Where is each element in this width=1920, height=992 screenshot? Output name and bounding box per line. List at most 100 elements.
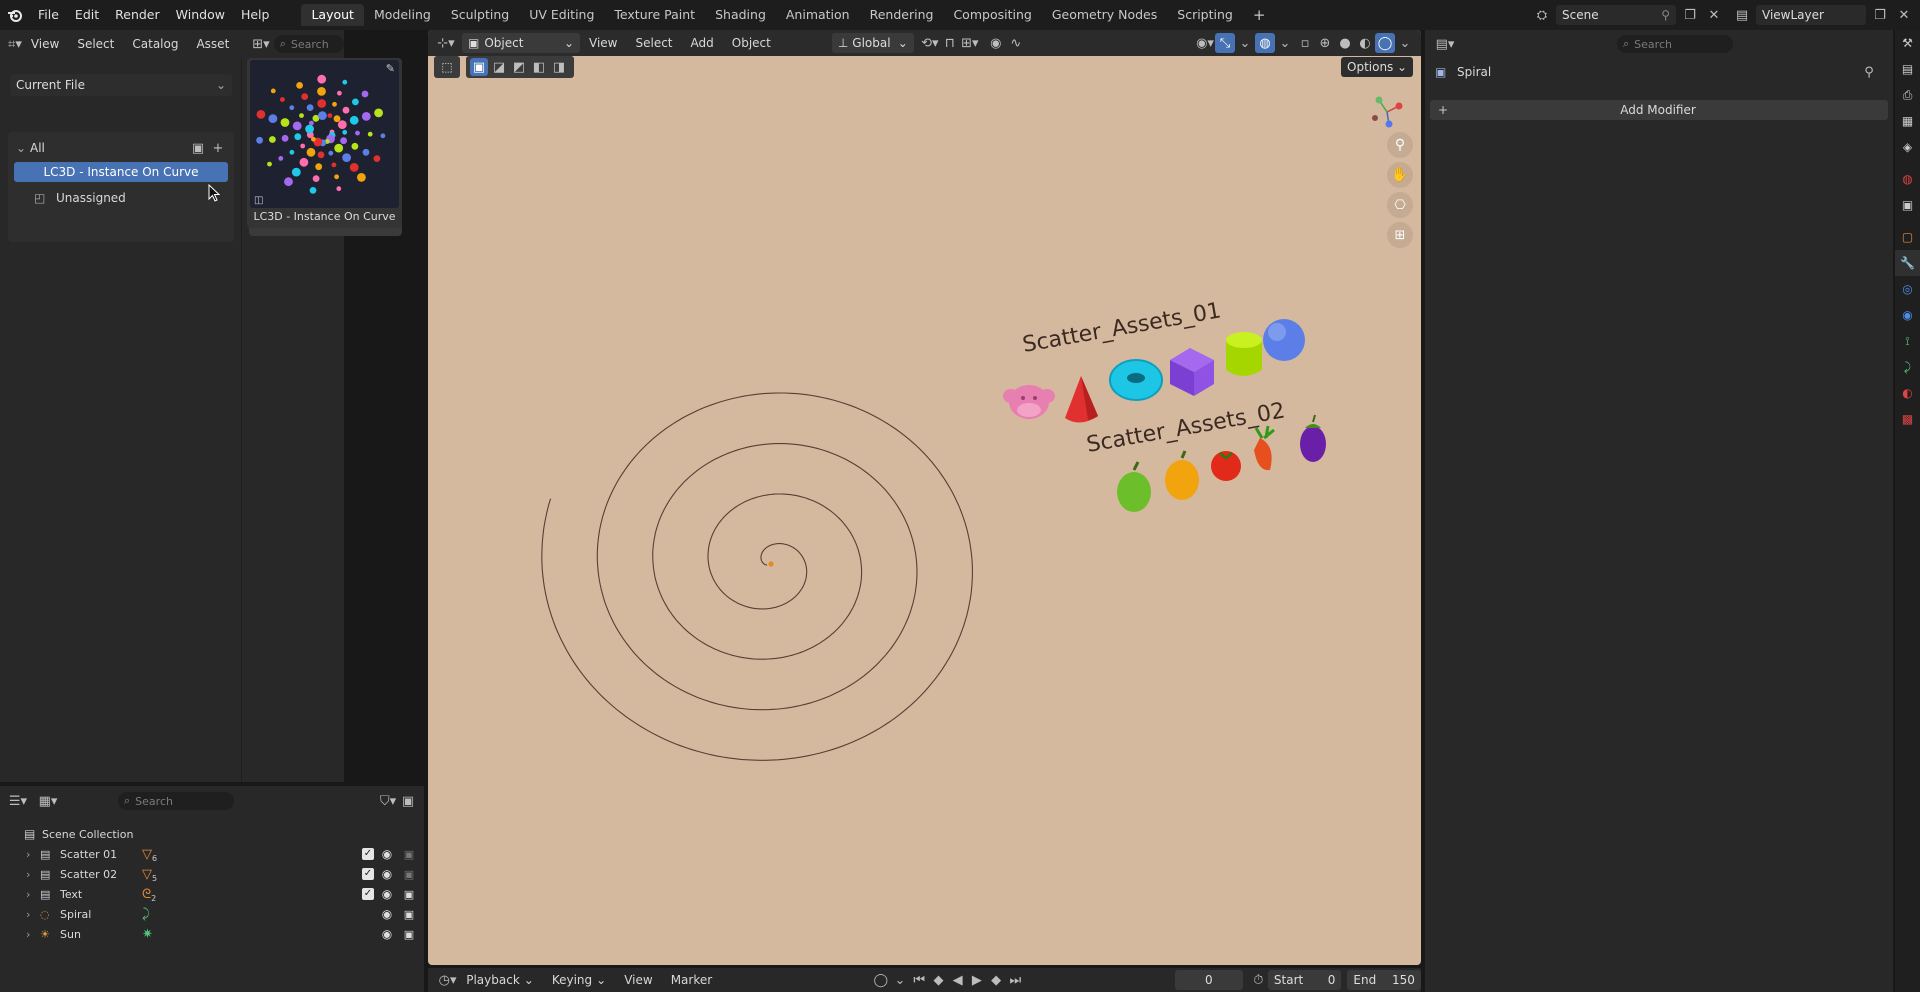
green-pepper-object[interactable]: [1117, 461, 1151, 512]
menu-select[interactable]: Select: [68, 37, 123, 51]
mode-dropdown[interactable]: ▣ Object Mode ⌄: [462, 33, 580, 70]
pin-icon[interactable]: ⚲: [1859, 62, 1879, 82]
select-new-icon[interactable]: ▣: [470, 58, 488, 76]
material-icon[interactable]: ◐: [1895, 380, 1920, 406]
tab-layout[interactable]: Layout: [301, 4, 364, 26]
outliner-row-text[interactable]: › ▤ Text ᘓ 2 ✓ ◉ ▣: [0, 884, 424, 904]
current-frame-field[interactable]: 0: [1174, 970, 1243, 990]
object-icon[interactable]: ▢: [1895, 224, 1920, 250]
sphere-object[interactable]: [1263, 319, 1305, 361]
add-modifier-button[interactable]: + Add Modifier: [1430, 100, 1888, 120]
outliner-row-scatter-01[interactable]: › ▤ Scatter 01 ▽ 6 ✓ ◉ ▣: [0, 844, 424, 864]
wireframe-shading-icon[interactable]: ⊕: [1315, 33, 1335, 53]
menu-edit[interactable]: Edit: [67, 4, 107, 26]
output-icon[interactable]: ⎙: [1895, 82, 1920, 108]
tab-modeling[interactable]: Modeling: [364, 4, 441, 26]
tab-animation[interactable]: Animation: [776, 4, 860, 26]
select-invert-icon[interactable]: ◧: [530, 58, 548, 76]
shading-dropdown-icon[interactable]: ⌄: [1395, 33, 1415, 53]
expand-arrow-icon[interactable]: ›: [26, 848, 40, 861]
menu-playback[interactable]: Playback ⌄: [457, 973, 543, 987]
outliner-search-input[interactable]: ⌕ Search: [118, 792, 234, 810]
camera-icon[interactable]: ▣: [400, 928, 418, 941]
carrot-object[interactable]: [1254, 425, 1275, 471]
scene-selector[interactable]: ⛭ Scene ⚲ ❐ ✕: [1532, 5, 1724, 25]
material-shading-icon[interactable]: ◐: [1355, 33, 1375, 53]
filter-icon[interactable]: ⛉▾: [378, 791, 398, 811]
exclude-checkbox[interactable]: ✓: [362, 848, 374, 860]
play-icon[interactable]: ▶: [967, 970, 986, 990]
outliner-editor-icon[interactable]: ☰▾: [8, 791, 28, 811]
new-collection-icon[interactable]: ▣: [398, 791, 418, 811]
delete-scene-icon[interactable]: ✕: [1704, 5, 1724, 25]
add-workspace-button[interactable]: +: [1243, 4, 1276, 26]
new-scene-icon[interactable]: ❐: [1680, 5, 1700, 25]
xray-icon[interactable]: ▫: [1295, 33, 1315, 53]
visibility-icon[interactable]: ◉▾: [1195, 33, 1215, 53]
jump-keyframe-forward-icon[interactable]: ◆: [986, 970, 1005, 990]
pan-hand-icon[interactable]: ✋: [1387, 162, 1413, 188]
overlay-icon[interactable]: ◍: [1255, 33, 1275, 53]
menu-asset[interactable]: Asset: [187, 37, 238, 51]
data-icon[interactable]: ⤸: [1895, 354, 1920, 380]
menu-help[interactable]: Help: [233, 4, 278, 26]
object-data-icon[interactable]: ▽: [142, 867, 152, 882]
menu-object[interactable]: Object: [723, 36, 780, 50]
scene-icon[interactable]: ◈: [1895, 134, 1920, 160]
render-icon[interactable]: ▤: [1895, 56, 1920, 82]
asset-tile-lc3d[interactable]: ✎ ◫ LC3D - Instance On Curve: [247, 58, 402, 228]
eggplant-object[interactable]: [1300, 414, 1326, 462]
tab-sculpting[interactable]: Sculpting: [441, 4, 519, 26]
select-extend-icon[interactable]: ◪: [490, 58, 508, 76]
tab-compositing[interactable]: Compositing: [943, 4, 1041, 26]
snap-icon[interactable]: ⊓: [940, 33, 960, 53]
menu-render[interactable]: Render: [107, 4, 168, 26]
particles-icon[interactable]: ◎: [1895, 276, 1920, 302]
select-intersect-icon[interactable]: ◨: [550, 58, 568, 76]
menu-select[interactable]: Select: [626, 36, 681, 50]
blender-logo-icon[interactable]: [0, 7, 30, 23]
constraints-icon[interactable]: ⟟: [1895, 328, 1920, 354]
orientation-dropdown[interactable]: ⊥ Global ⌄: [831, 33, 914, 53]
text-scatter-assets-01[interactable]: Scatter_Assets_01: [1021, 298, 1223, 358]
modifier-wrench-icon[interactable]: 🔧: [1895, 250, 1920, 276]
gizmo-icon[interactable]: ⤡: [1215, 33, 1235, 53]
camera-icon[interactable]: ▣: [400, 908, 418, 921]
view-layer-selector[interactable]: ▤ ViewLayer ❐ ✕: [1732, 5, 1914, 25]
menu-view[interactable]: View: [580, 36, 626, 50]
snap-target-icon[interactable]: ⊞▾: [960, 33, 980, 53]
save-catalog-icon[interactable]: ▣: [188, 138, 208, 158]
cylinder-object[interactable]: [1226, 332, 1262, 376]
gizmo-dropdown-icon[interactable]: ⌄: [1235, 33, 1255, 53]
editor-type-icon[interactable]: ⌗▾: [8, 34, 22, 54]
display-mode-icon[interactable]: ▦▾: [38, 791, 58, 811]
cone-object[interactable]: [1065, 376, 1098, 423]
tab-geometry-nodes[interactable]: Geometry Nodes: [1042, 4, 1167, 26]
expand-arrow-icon[interactable]: ›: [26, 888, 40, 901]
auto-keying-icon[interactable]: ◯: [871, 970, 890, 990]
exclude-checkbox[interactable]: ✓: [362, 888, 374, 900]
object-data-icon[interactable]: ᘓ: [142, 887, 151, 902]
eye-icon[interactable]: ◉: [378, 927, 396, 941]
tab-shading[interactable]: Shading: [705, 4, 776, 26]
zoom-icon[interactable]: ⚲: [1387, 132, 1413, 158]
properties-editor-icon[interactable]: ▤▾: [1435, 34, 1455, 54]
jump-start-icon[interactable]: ⏮: [910, 970, 929, 990]
texture-icon[interactable]: ▩: [1895, 406, 1920, 432]
options-dropdown[interactable]: Options ⌄: [1341, 57, 1413, 77]
expand-arrow-icon[interactable]: ›: [26, 868, 40, 881]
tab-texture-paint[interactable]: Texture Paint: [604, 4, 705, 26]
catalog-all[interactable]: ⌄ All ▣ +: [8, 138, 234, 158]
yellow-pepper-object[interactable]: [1165, 450, 1199, 500]
tool-icon[interactable]: ⚒: [1895, 30, 1920, 56]
edit-icon[interactable]: ✎: [386, 62, 395, 75]
camera-icon[interactable]: ▣: [400, 888, 418, 901]
add-catalog-icon[interactable]: +: [208, 138, 228, 158]
eye-icon[interactable]: ◉: [378, 847, 396, 861]
asset-search-input[interactable]: ⌕ Search: [273, 35, 344, 53]
select-subtract-icon[interactable]: ◩: [510, 58, 528, 76]
camera-view-icon[interactable]: ⎔: [1387, 192, 1413, 218]
object-data-icon[interactable]: ▽: [142, 847, 152, 862]
eye-icon[interactable]: ◉: [378, 887, 396, 901]
camera-icon[interactable]: ▣: [400, 848, 418, 861]
